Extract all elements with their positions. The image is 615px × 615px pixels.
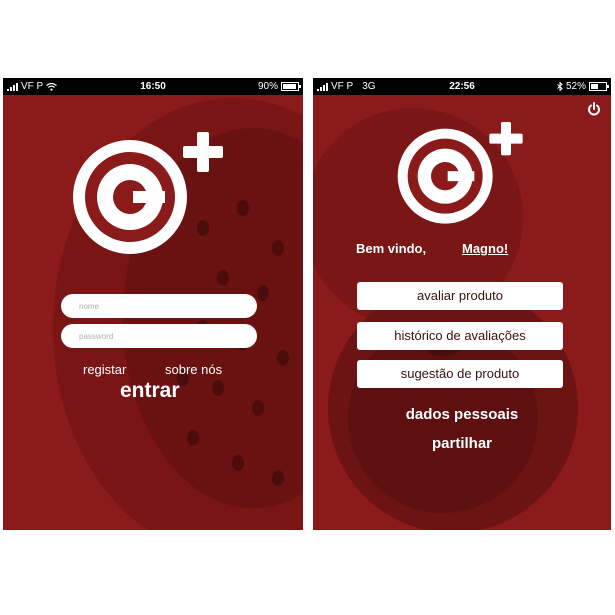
password-input[interactable] — [61, 324, 257, 348]
product-suggestion-button[interactable]: sugestão de produto — [357, 360, 563, 388]
welcome-text: Bem vindo, — [356, 241, 427, 256]
user-name-link[interactable]: Magno! — [462, 241, 508, 256]
battery-percent: 90% — [257, 81, 278, 92]
bluetooth-icon — [557, 82, 563, 91]
battery-icon — [281, 82, 301, 91]
logo-c-plus-icon — [397, 122, 523, 224]
rating-history-button[interactable]: histórico de avaliações — [357, 322, 563, 350]
rate-product-button[interactable]: avaliar produto — [357, 282, 563, 310]
power-icon[interactable] — [587, 102, 601, 116]
register-link[interactable]: registar — [83, 362, 126, 377]
status-bar: VF P 16:50 90% — [3, 78, 303, 95]
personal-data-link[interactable]: dados pessoais — [313, 406, 611, 423]
menu-screen: VF P 3G 22:56 52% Bem vindo, Magno! aval… — [313, 78, 611, 530]
logo-c-plus-icon — [73, 132, 223, 254]
login-screen: VF P 16:50 90% registar sobre nós entrar — [3, 78, 303, 530]
enter-button[interactable]: entrar — [120, 379, 180, 403]
battery-percent: 52% — [565, 81, 586, 92]
about-link[interactable]: sobre nós — [165, 362, 222, 377]
name-input[interactable] — [61, 294, 257, 318]
status-bar: VF P 3G 22:56 52% — [313, 78, 611, 95]
share-link[interactable]: partilhar — [313, 435, 611, 452]
battery-icon — [589, 82, 609, 91]
